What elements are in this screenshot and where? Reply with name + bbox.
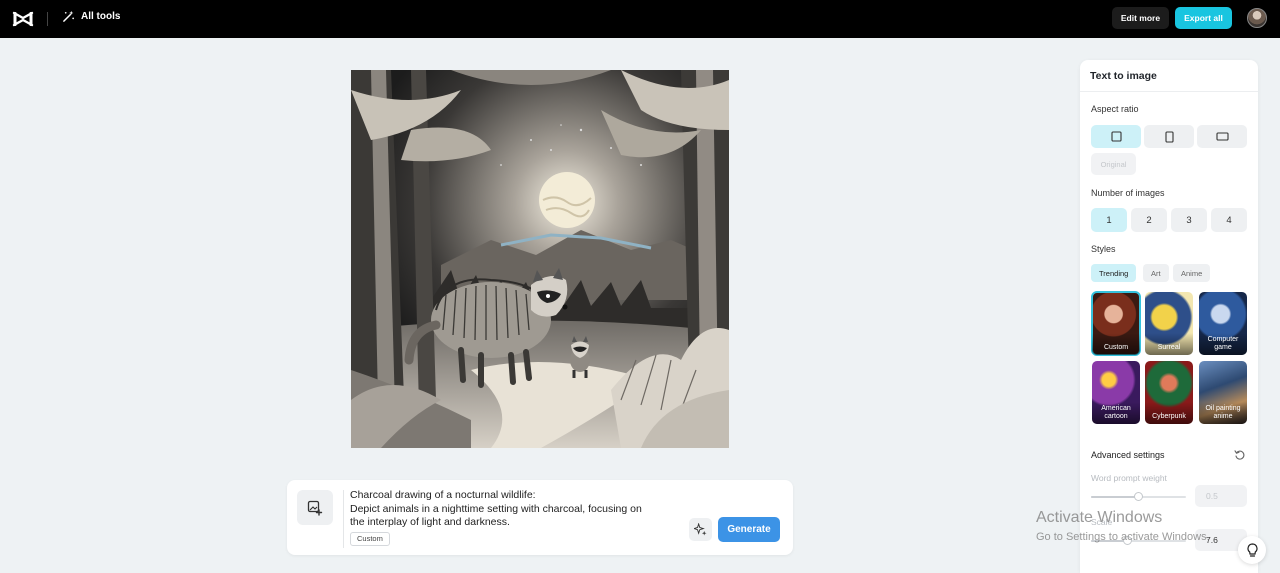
number-1-button[interactable]: 1 <box>1091 208 1127 232</box>
edit-more-button[interactable]: Edit more <box>1112 7 1169 29</box>
style-card-oil-painting-anime[interactable]: Oil painting anime <box>1199 361 1247 424</box>
style-card-cyberpunk[interactable]: Cyberpunk <box>1145 361 1193 424</box>
generate-button[interactable]: Generate <box>718 517 780 542</box>
scale-label: Scale <box>1091 517 1113 527</box>
style-card-label: Oil painting anime <box>1199 402 1247 424</box>
ratio-landscape-button[interactable] <box>1197 125 1247 148</box>
panel-title: Text to image <box>1090 70 1157 82</box>
tab-anime[interactable]: Anime <box>1173 264 1211 282</box>
style-card-label: Custom <box>1092 333 1140 355</box>
top-bar: All tools Edit more Export all <box>0 0 1280 38</box>
reset-icon[interactable] <box>1234 449 1246 461</box>
prompt-divider <box>343 490 344 548</box>
style-card-label: American cartoon <box>1092 402 1140 424</box>
number-of-images-label: Number of images <box>1091 188 1165 198</box>
all-tools-label: All tools <box>81 11 121 22</box>
number-2-button[interactable]: 2 <box>1131 208 1167 232</box>
prompt-enhance-button[interactable] <box>689 518 712 541</box>
word-prompt-weight-fill <box>1091 496 1139 498</box>
style-card-label: Cyberpunk <box>1145 402 1193 424</box>
style-card-american-cartoon[interactable]: American cartoon <box>1092 361 1140 424</box>
number-3-button[interactable]: 3 <box>1171 208 1207 232</box>
word-prompt-weight-label: Word prompt weight <box>1091 473 1167 483</box>
square-ratio-icon <box>1110 131 1122 142</box>
text-to-image-panel: Text to image Aspect ratio Original Numb… <box>1080 60 1258 573</box>
style-card-computer-game[interactable]: Computer game <box>1199 292 1247 355</box>
avatar[interactable] <box>1247 8 1267 28</box>
export-all-button[interactable]: Export all <box>1175 7 1232 29</box>
landscape-ratio-icon <box>1215 132 1229 141</box>
word-prompt-weight-input[interactable]: 0.5 <box>1195 485 1247 507</box>
styles-label: Styles <box>1091 244 1116 254</box>
style-tag[interactable]: Custom <box>350 532 390 546</box>
top-divider <box>47 12 48 26</box>
all-tools-button[interactable]: All tools <box>62 10 120 23</box>
number-4-button[interactable]: 4 <box>1211 208 1247 232</box>
ratio-square-button[interactable] <box>1091 125 1141 148</box>
help-button[interactable] <box>1238 536 1266 564</box>
scale-slider[interactable] <box>1123 536 1132 545</box>
panel-divider <box>1080 91 1258 92</box>
advanced-settings-label: Advanced settings <box>1091 450 1165 460</box>
generated-image[interactable] <box>351 70 729 448</box>
capcut-logo-icon[interactable] <box>12 9 34 29</box>
aspect-ratio-label: Aspect ratio <box>1091 104 1139 114</box>
original-ratio-button[interactable]: Original <box>1091 153 1136 175</box>
style-card-custom[interactable]: Custom <box>1091 291 1141 356</box>
style-card-label: Computer game <box>1199 333 1247 355</box>
tab-trending[interactable]: Trending <box>1091 264 1137 282</box>
style-card-surreal[interactable]: Surreal <box>1145 292 1193 355</box>
prompt-input[interactable]: Charcoal drawing of a nocturnal wildlife… <box>350 489 680 530</box>
prompt-panel: Charcoal drawing of a nocturnal wildlife… <box>287 480 793 555</box>
reference-image-button[interactable] <box>297 490 333 525</box>
lightbulb-icon <box>1246 542 1258 557</box>
magic-wand-icon <box>63 10 74 22</box>
ratio-portrait-button[interactable] <box>1144 125 1194 148</box>
portrait-ratio-icon <box>1164 130 1174 143</box>
word-prompt-weight-slider[interactable] <box>1134 492 1143 501</box>
style-card-label: Surreal <box>1145 333 1193 355</box>
sparkle-icon <box>694 523 707 536</box>
add-image-icon <box>307 500 323 516</box>
tab-art[interactable]: Art <box>1143 264 1169 282</box>
